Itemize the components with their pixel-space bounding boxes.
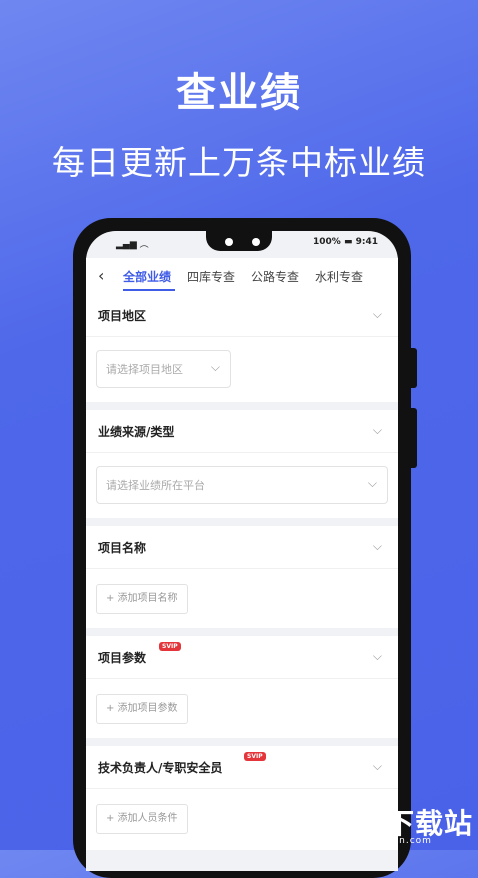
battery-icon: ▬ [343,237,353,247]
add-project-params-button[interactable]: + 添加项目参数 [96,694,188,724]
watermark-url: www.d7down.com [336,836,432,846]
status-bar: ▂▄▆ ︵ 100% ▬ 9:41 [86,235,398,253]
section-header[interactable]: 业绩来源/类型 ⌵ [86,410,398,453]
section-performance-source: 业绩来源/类型 ⌵ 请选择业绩所在平台 ⌵ [86,410,398,518]
section-header[interactable]: 项目地区 ⌵ [86,294,398,337]
section-project-region: 项目地区 ⌵ 请选择项目地区 ⌵ [86,294,398,402]
headline-title: 查业绩 [176,70,302,116]
chevron-down-icon: ⌵ [367,476,377,490]
signal-wifi-icon: ▂▄▆ ︵ [116,240,149,250]
platform-select[interactable]: 请选择业绩所在平台 ⌵ [96,466,388,504]
svip-badge: SVIP [159,642,181,651]
tab-water-conservancy[interactable]: 水利专查 [315,268,363,285]
battery-percent: 100% [313,237,341,247]
section-header[interactable]: 技术负责人/专职安全员 SVIP ⌵ [86,746,398,789]
select-placeholder: 请选择项目地区 [106,363,183,376]
tab-bar: ‹ 全部业绩 四库专查 公路专查 水利专查 [86,258,398,295]
chevron-down-icon[interactable]: ⌵ [373,759,382,774]
volume-button [411,348,417,388]
section-project-name: 项目名称 ⌵ + 添加项目名称 [86,526,398,628]
section-title: 业绩来源/类型 [98,425,175,439]
clock: 9:41 [355,237,378,247]
section-project-params: 项目参数 SVIP ⌵ + 添加项目参数 [86,636,398,738]
section-header[interactable]: 项目参数 SVIP ⌵ [86,636,398,679]
tab-all-performance[interactable]: 全部业绩 [123,268,171,285]
chevron-down-icon[interactable]: ⌵ [373,649,382,664]
headline-subtitle: 每日更新上万条中标业绩 [52,143,426,182]
active-tab-indicator [123,289,175,291]
chevron-down-icon: ⌵ [210,360,220,374]
tab-highway[interactable]: 公路专查 [251,268,299,285]
back-arrow-icon[interactable]: ‹ [98,266,104,285]
section-header[interactable]: 项目名称 ⌵ [86,526,398,569]
svip-badge: SVIP [244,752,266,761]
section-title: 项目地区 [98,309,147,323]
add-project-name-button[interactable]: + 添加项目名称 [96,584,188,614]
chevron-down-icon[interactable]: ⌵ [373,539,382,554]
power-button [411,408,417,468]
add-personnel-button[interactable]: + 添加人员条件 [96,804,188,834]
section-title: 项目参数 [98,651,147,665]
watermark-logo-icon [286,806,320,834]
chevron-down-icon[interactable]: ⌵ [373,423,382,438]
region-select[interactable]: 请选择项目地区 ⌵ [96,350,231,388]
chevron-down-icon[interactable]: ⌵ [373,307,382,322]
section-title: 技术负责人/专职安全员 [98,761,223,775]
select-placeholder: 请选择业绩所在平台 [106,479,205,492]
tab-four-library[interactable]: 四库专查 [187,268,235,285]
section-title: 项目名称 [98,541,147,555]
status-right: 100% ▬ 9:41 [313,237,378,247]
